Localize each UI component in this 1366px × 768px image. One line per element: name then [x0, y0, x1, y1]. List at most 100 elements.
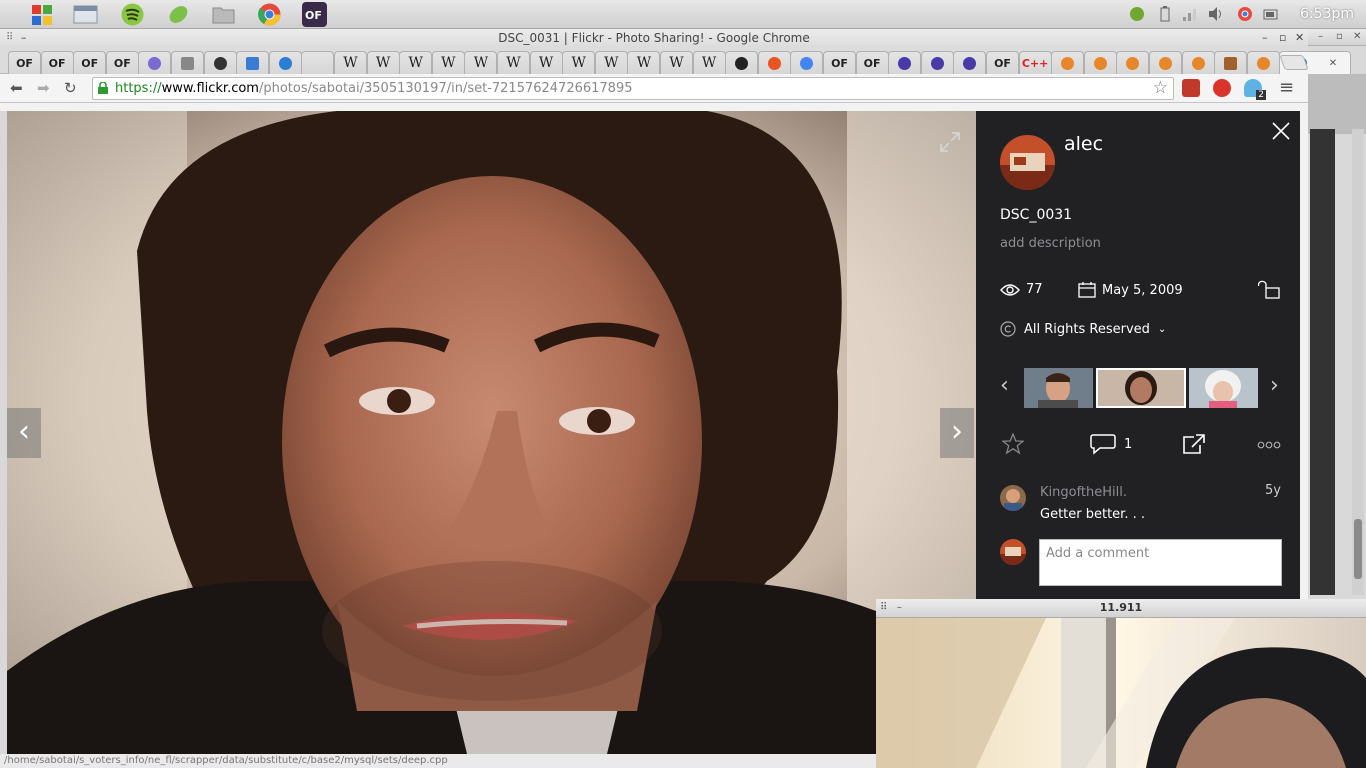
browser-tab[interactable]: W [562, 51, 596, 74]
maximize-icon[interactable]: ▫ [1336, 31, 1343, 42]
spotify-tray-icon[interactable] [1129, 6, 1145, 22]
close-icon[interactable]: ✕ [1353, 31, 1361, 42]
browser-tab[interactable]: W [366, 51, 400, 74]
power-icon[interactable] [1263, 6, 1279, 22]
browser-tab[interactable] [1214, 51, 1248, 74]
browser-tab[interactable]: W [660, 51, 693, 74]
back-button[interactable]: ⬅ [10, 79, 23, 97]
leaf-icon[interactable] [166, 2, 191, 27]
clock[interactable]: 6:53pm [1300, 6, 1354, 22]
main-photo[interactable] [7, 111, 976, 754]
maximize-icon[interactable]: ▫ [1279, 29, 1286, 47]
extension-ghost-icon[interactable]: 2 [1244, 79, 1266, 100]
windows-icon[interactable] [30, 2, 55, 27]
chrome-icon[interactable] [257, 2, 282, 27]
new-tab-button[interactable] [1279, 55, 1309, 70]
date-taken[interactable]: May 5, 2009 [1102, 283, 1183, 298]
photo-title[interactable]: DSC_0031 [1000, 207, 1072, 223]
minimize-icon[interactable]: – [1318, 31, 1323, 42]
share-icon[interactable] [1182, 433, 1206, 455]
close-tab-icon[interactable]: ✕ [1329, 58, 1337, 69]
browser-tab[interactable] [268, 51, 302, 74]
browser-tab[interactable]: OF [855, 51, 889, 74]
extension-stop-icon[interactable] [1213, 79, 1231, 97]
owner-name[interactable]: alec [1064, 133, 1103, 155]
app-icon[interactable]: OF [302, 2, 327, 27]
minimize-icon[interactable]: – [21, 29, 27, 47]
webcam-titlebar[interactable]: ⠿ – 11.911 [876, 599, 1366, 618]
comments-button[interactable]: 1 [1090, 433, 1132, 455]
browser-tab[interactable]: W [464, 51, 498, 74]
files-icon[interactable] [73, 2, 98, 27]
photostream-prev-button[interactable]: ‹ [1000, 373, 1009, 398]
browser-tab[interactable]: W [399, 51, 433, 74]
browser-tab[interactable]: W [431, 51, 465, 74]
minimize-icon[interactable]: – [1262, 29, 1268, 47]
drag-handle-icon[interactable]: ⠿ – [880, 599, 902, 617]
next-photo-button[interactable]: › [940, 408, 974, 458]
browser-tab[interactable] [1246, 51, 1280, 74]
photostream-thumb-current[interactable] [1096, 368, 1186, 408]
volume-icon[interactable] [1208, 6, 1224, 22]
browser-tab[interactable] [1116, 51, 1150, 74]
favorite-star-icon[interactable] [1002, 433, 1024, 455]
address-bar[interactable]: https://www.flickr.com/photos/sabotai/35… [92, 77, 1174, 100]
unlock-icon[interactable] [1258, 279, 1280, 299]
reload-button[interactable]: ↻ [64, 79, 77, 97]
add-comment-input[interactable]: Add a comment [1039, 539, 1282, 586]
menu-icon[interactable]: ≡ [1279, 77, 1294, 98]
window-titlebar[interactable]: ⠿ – DSC_0031 | Flickr - Photo Sharing! -… [0, 29, 1308, 47]
signal-icon[interactable] [1182, 6, 1198, 22]
browser-tab[interactable]: W [692, 51, 726, 74]
browser-tab[interactable] [757, 51, 791, 74]
browser-tab[interactable]: OF [73, 51, 107, 74]
browser-tab[interactable] [1051, 51, 1085, 74]
bookmark-star-icon[interactable]: ☆ [1153, 78, 1168, 99]
folder-icon[interactable] [211, 2, 236, 27]
browser-tab[interactable]: W [594, 51, 628, 74]
browser-tab[interactable]: OF [823, 51, 856, 74]
drag-handle-icon[interactable]: ⠿ [6, 29, 13, 47]
browser-tab[interactable] [171, 51, 204, 74]
browser-tab[interactable]: W [529, 51, 563, 74]
browser-tab[interactable]: OF [40, 51, 74, 74]
commenter-avatar[interactable] [1000, 485, 1026, 511]
close-icon[interactable]: ✕ [1295, 29, 1304, 47]
add-description-link[interactable]: add description [1000, 236, 1101, 251]
comment-timestamp[interactable]: 5y [1265, 483, 1281, 498]
expand-icon[interactable] [938, 130, 962, 154]
browser-tab[interactable] [1181, 51, 1215, 74]
browser-tab[interactable] [790, 51, 824, 74]
browser-tab[interactable] [920, 51, 954, 74]
previous-photo-button[interactable]: ‹ [7, 408, 41, 458]
comment-username[interactable]: KingoftheHill. [1040, 485, 1127, 500]
browser-tab[interactable] [138, 51, 172, 74]
photostream-next-button[interactable]: › [1270, 373, 1279, 398]
browser-tab[interactable]: OF [8, 51, 41, 74]
more-options-icon[interactable] [1257, 441, 1281, 449]
browser-tab[interactable]: C++ [1018, 51, 1052, 74]
scrollbar-thumb[interactable] [1354, 519, 1362, 579]
browser-tab[interactable]: W [334, 51, 367, 74]
close-icon[interactable] [1271, 121, 1291, 141]
photostream-thumb[interactable] [1024, 368, 1093, 408]
browser-tab[interactable] [301, 51, 335, 74]
chrome-tray-icon[interactable] [1237, 6, 1253, 22]
browser-tab[interactable] [203, 51, 237, 74]
battery-icon[interactable] [1157, 6, 1173, 22]
scrollbar[interactable] [1352, 129, 1364, 595]
photostream-thumb[interactable] [1189, 368, 1258, 408]
forward-button[interactable]: ➡ [37, 79, 50, 97]
browser-tab[interactable]: OF [105, 51, 139, 74]
browser-tab[interactable]: OF [986, 51, 1019, 74]
spotify-icon[interactable] [120, 2, 145, 27]
license-selector[interactable]: All Rights Reserved ⌄ [1000, 321, 1166, 337]
browser-tab[interactable] [953, 51, 987, 74]
background-window-titlebar[interactable]: – ▫ ✕ [1308, 29, 1366, 46]
browser-tab[interactable] [236, 51, 270, 74]
browser-tab[interactable] [1083, 51, 1117, 74]
browser-tab[interactable]: W [627, 51, 661, 74]
browser-tab[interactable] [888, 51, 922, 74]
extension-red-icon[interactable] [1182, 79, 1200, 97]
browser-tab[interactable]: W [497, 51, 530, 74]
